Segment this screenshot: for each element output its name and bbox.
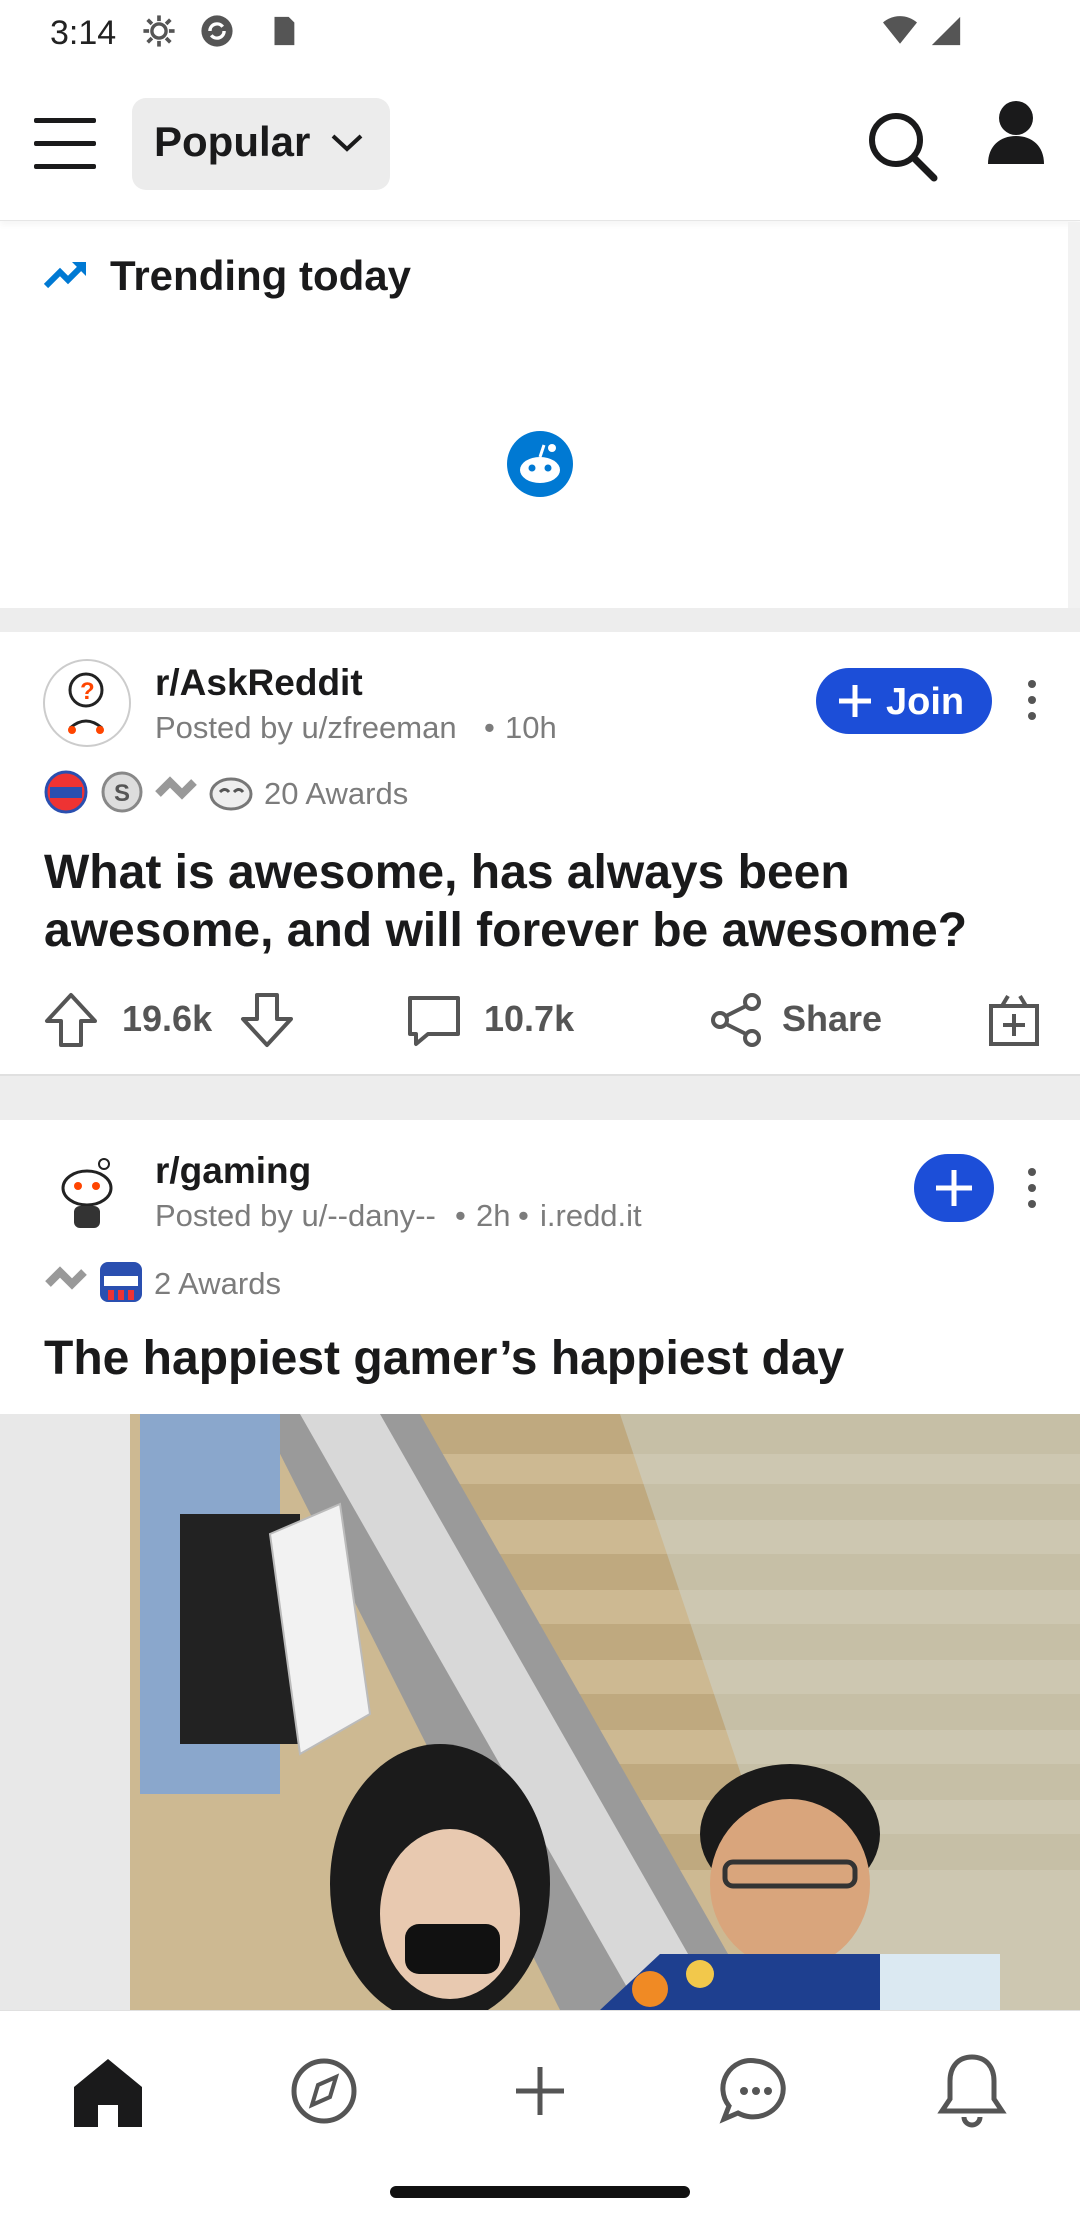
awards-count[interactable]: 20 Awards [264, 776, 408, 812]
post-title[interactable]: What is awesome, has always been awesome… [44, 844, 1044, 960]
chat-icon[interactable] [706, 2051, 806, 2131]
post-title[interactable]: The happiest gamer’s happiest day [44, 1330, 1044, 1388]
handshake-award-icon [45, 1266, 87, 1290]
post-image[interactable] [0, 1414, 1080, 2010]
sd-card-status-icon [274, 16, 295, 46]
feed-selector-label: Popular [154, 118, 311, 165]
section-divider [0, 608, 1080, 632]
subreddit-avatar[interactable]: ? [42, 658, 132, 748]
home-icon[interactable] [58, 2051, 158, 2131]
post-card[interactable]: r/gaming Posted by u/--dany-- • 2h • i.r… [0, 1120, 1080, 1414]
subreddit-name[interactable]: r/AskReddit [155, 662, 363, 704]
post-author[interactable]: Posted by u/--dany-- [155, 1198, 436, 1234]
post-author[interactable]: Posted by u/zfreeman [155, 710, 457, 746]
inbox-icon[interactable] [922, 2051, 1022, 2131]
silver-award-icon: S [101, 771, 143, 813]
share-icon[interactable] [708, 992, 764, 1048]
downvote-icon[interactable] [240, 992, 294, 1048]
wholesome-award-icon [209, 777, 253, 811]
join-button[interactable]: Join [816, 668, 992, 734]
join-plus-button[interactable] [914, 1154, 994, 1222]
upvote-icon[interactable] [44, 992, 98, 1048]
menu-icon[interactable] [34, 116, 96, 172]
section-divider [0, 1074, 1080, 1120]
post-meta-bullet: • [455, 1198, 466, 1233]
award-gift-icon[interactable] [988, 992, 1040, 1048]
handshake-award-icon [155, 776, 197, 800]
post-meta-bullet: • [484, 710, 495, 745]
subreddit-name[interactable]: r/gaming [155, 1150, 311, 1192]
svg-text:S: S [114, 780, 130, 807]
subreddit-avatar[interactable] [42, 1150, 132, 1240]
post-time: 10h [505, 710, 557, 745]
chevron-down-icon [331, 134, 363, 152]
post-time: 2h [476, 1198, 511, 1233]
status-bar: 3:14 [0, 0, 1080, 70]
awards-count[interactable]: 2 Awards [154, 1266, 281, 1302]
status-time: 3:14 [50, 14, 117, 52]
comment-icon[interactable] [406, 994, 462, 1048]
trending-section: Trending today [0, 222, 1080, 608]
vote-award-icon [44, 770, 88, 814]
vote-count: 19.6k [122, 998, 213, 1039]
voted-award-icon [100, 1262, 142, 1302]
post-image-graphic [0, 1414, 1080, 2010]
discover-icon[interactable] [274, 2051, 374, 2131]
search-icon[interactable] [866, 110, 938, 182]
post-meta-bullet: • [518, 1198, 529, 1233]
more-options-icon[interactable] [1026, 1166, 1038, 1210]
share-label[interactable]: Share [782, 998, 882, 1040]
more-options-icon[interactable] [1026, 678, 1038, 722]
reddit-loading-icon [507, 431, 573, 497]
join-label: Join [886, 681, 965, 723]
trending-title: Trending today [110, 252, 412, 299]
sync-status-icon [201, 15, 233, 47]
profile-icon[interactable] [984, 98, 1048, 166]
bottom-navigation [0, 2010, 1080, 2221]
create-icon[interactable] [490, 2051, 590, 2131]
plus-icon [839, 685, 871, 717]
feed-selector[interactable]: Popular [132, 98, 390, 190]
wifi-status-icon [883, 16, 917, 44]
top-app-bar: Popular [0, 80, 1080, 221]
post-domain[interactable]: i.redd.it [540, 1198, 642, 1234]
svg-text:?: ? [80, 678, 95, 705]
comment-count[interactable]: 10.7k [484, 998, 574, 1040]
gesture-home-bar[interactable] [390, 2186, 690, 2198]
post-card[interactable]: ? r/AskReddit Posted by u/zfreeman • 10h… [0, 632, 1080, 1072]
cell-signal-icon [931, 16, 961, 46]
trending-icon [44, 261, 87, 289]
settings-status-icon [143, 15, 175, 47]
